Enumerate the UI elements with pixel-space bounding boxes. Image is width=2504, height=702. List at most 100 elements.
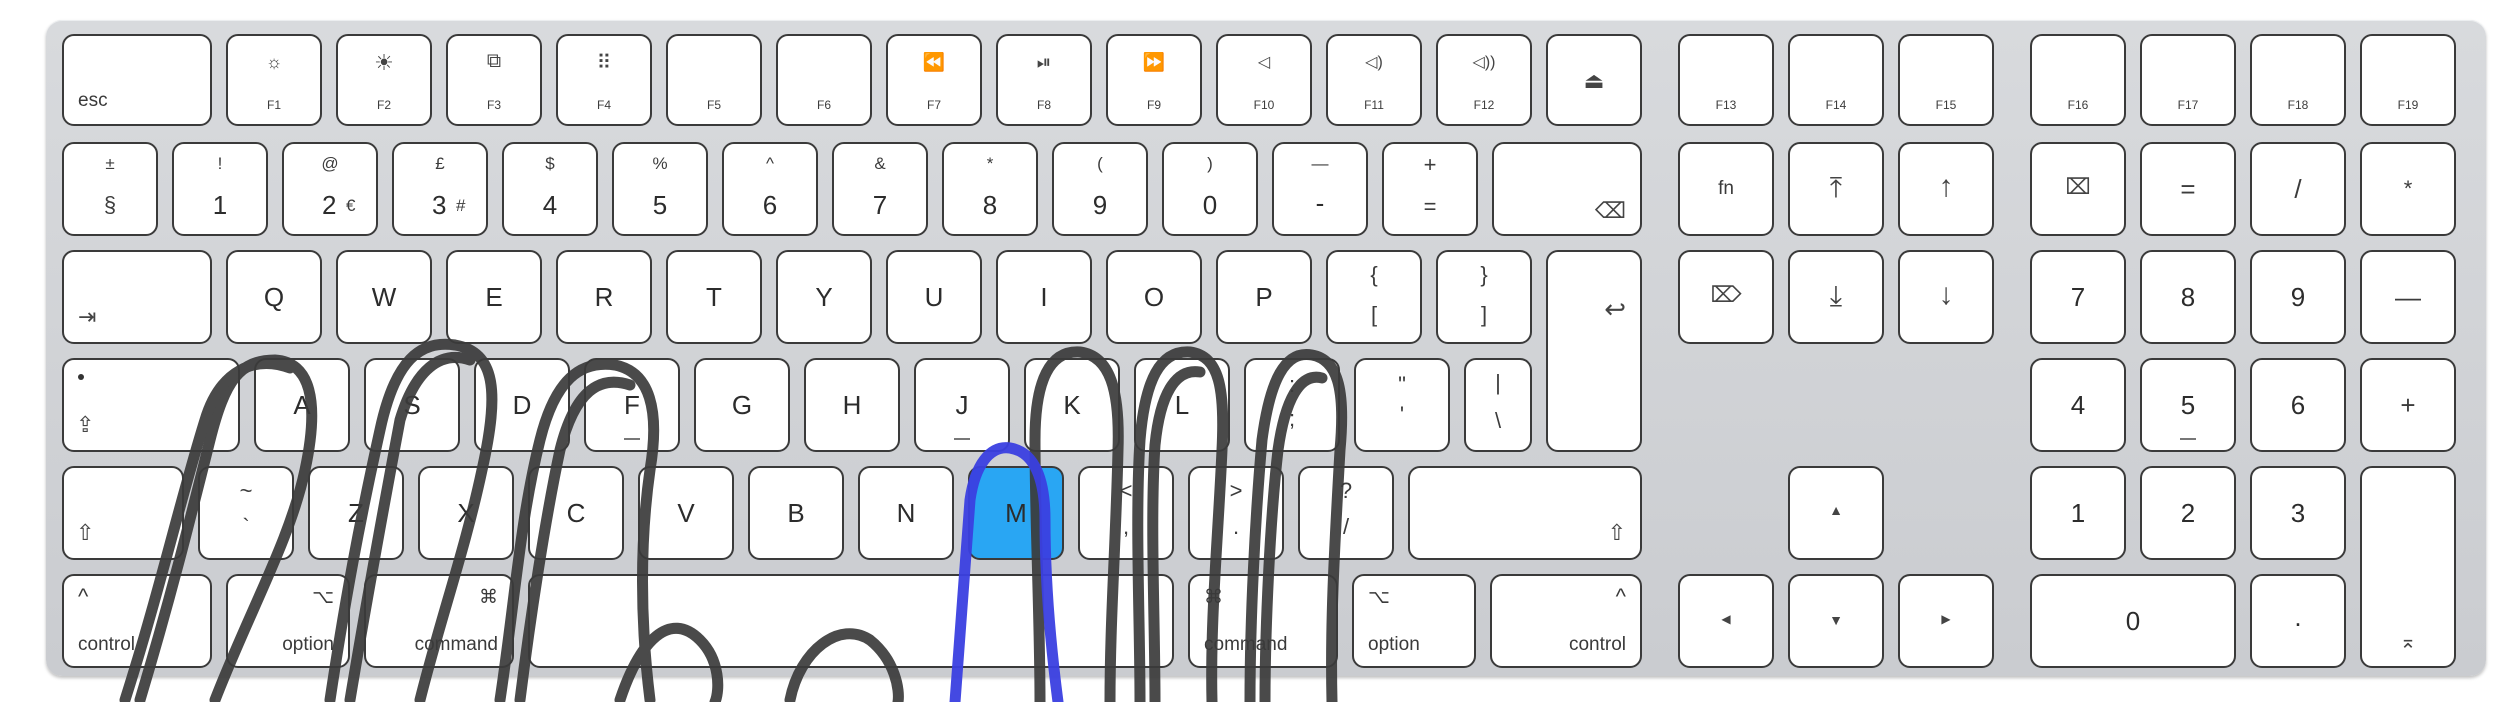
key-period[interactable]: > .: [1188, 466, 1284, 560]
key-left-bracket[interactable]: { [: [1326, 250, 1422, 344]
key-np-minus[interactable]: —: [2360, 250, 2456, 344]
key-minus[interactable]: — -: [1272, 142, 1368, 236]
key-i[interactable]: I: [996, 250, 1092, 344]
key-f11[interactable]: ◁) F11: [1326, 34, 1422, 126]
key-f6[interactable]: F6: [776, 34, 872, 126]
key-slash[interactable]: ? /: [1298, 466, 1394, 560]
key-6[interactable]: ^ 6: [722, 142, 818, 236]
key-np-7[interactable]: 7: [2030, 250, 2126, 344]
key-f5[interactable]: F5: [666, 34, 762, 126]
key-np-4[interactable]: 4: [2030, 358, 2126, 452]
key-np-3[interactable]: 3: [2250, 466, 2346, 560]
key-left-shift[interactable]: ⇧: [62, 466, 184, 560]
key-arrow-left[interactable]: ◀: [1678, 574, 1774, 668]
key-caps-lock[interactable]: ⇪: [62, 358, 240, 452]
key-u[interactable]: U: [886, 250, 982, 344]
key-p[interactable]: P: [1216, 250, 1312, 344]
key-grave[interactable]: ~ `: [198, 466, 294, 560]
key-f13[interactable]: F13: [1678, 34, 1774, 126]
key-9[interactable]: ( 9: [1052, 142, 1148, 236]
key-r[interactable]: R: [556, 250, 652, 344]
key-y[interactable]: Y: [776, 250, 872, 344]
key-comma[interactable]: < ,: [1078, 466, 1174, 560]
key-f15[interactable]: F15: [1898, 34, 1994, 126]
key-f4[interactable]: ⠿ F4: [556, 34, 652, 126]
key-f19[interactable]: F19: [2360, 34, 2456, 126]
key-0[interactable]: ) 0: [1162, 142, 1258, 236]
key-7[interactable]: & 7: [832, 142, 928, 236]
key-5[interactable]: % 5: [612, 142, 708, 236]
key-f14[interactable]: F14: [1788, 34, 1884, 126]
key-equals[interactable]: + =: [1382, 142, 1478, 236]
key-quote[interactable]: " ': [1354, 358, 1450, 452]
key-delete[interactable]: ⌫: [1492, 142, 1642, 236]
key-semicolon[interactable]: : ;: [1244, 358, 1340, 452]
key-eject[interactable]: ⏏: [1546, 34, 1642, 126]
key-f8[interactable]: ⏯ F8: [996, 34, 1092, 126]
key-page-up[interactable]: ↑: [1898, 142, 1994, 236]
key-arrow-right[interactable]: ▶: [1898, 574, 1994, 668]
key-f18[interactable]: F18: [2250, 34, 2346, 126]
key-control-right[interactable]: ^ control: [1490, 574, 1642, 668]
key-f16[interactable]: F16: [2030, 34, 2126, 126]
key-fn[interactable]: fn: [1678, 142, 1774, 236]
key-np-2[interactable]: 2: [2140, 466, 2236, 560]
key-x[interactable]: X: [418, 466, 514, 560]
key-option-right[interactable]: ⌥ option: [1352, 574, 1476, 668]
key-n[interactable]: N: [858, 466, 954, 560]
key-np-enter[interactable]: ⌅: [2360, 466, 2456, 668]
key-tab[interactable]: ⇥: [62, 250, 212, 344]
key-f[interactable]: F: [584, 358, 680, 452]
key-4[interactable]: $ 4: [502, 142, 598, 236]
key-np-multiply[interactable]: *: [2360, 142, 2456, 236]
key-section[interactable]: ± §: [62, 142, 158, 236]
key-np-6[interactable]: 6: [2250, 358, 2346, 452]
key-k[interactable]: K: [1024, 358, 1120, 452]
key-command-right[interactable]: ⌘ command: [1188, 574, 1338, 668]
key-f2[interactable]: ☀ F2: [336, 34, 432, 126]
key-s[interactable]: S: [364, 358, 460, 452]
key-f17[interactable]: F17: [2140, 34, 2236, 126]
key-f9[interactable]: ⏩ F9: [1106, 34, 1202, 126]
key-page-down[interactable]: ↓: [1898, 250, 1994, 344]
key-esc[interactable]: esc: [62, 34, 212, 126]
key-e[interactable]: E: [446, 250, 542, 344]
key-np-equals[interactable]: =: [2140, 142, 2236, 236]
key-v[interactable]: V: [638, 466, 734, 560]
key-a[interactable]: A: [254, 358, 350, 452]
key-clear[interactable]: ⌧: [2030, 142, 2126, 236]
key-1[interactable]: ! 1: [172, 142, 268, 236]
key-f7[interactable]: ⏪ F7: [886, 34, 982, 126]
key-2[interactable]: @ 2 €: [282, 142, 378, 236]
key-np-9[interactable]: 9: [2250, 250, 2346, 344]
key-np-1[interactable]: 1: [2030, 466, 2126, 560]
key-home[interactable]: ⤒: [1788, 142, 1884, 236]
key-c[interactable]: C: [528, 466, 624, 560]
key-return[interactable]: ↩: [1546, 250, 1642, 452]
key-end[interactable]: ⤓: [1788, 250, 1884, 344]
key-arrow-down[interactable]: ▼: [1788, 574, 1884, 668]
key-w[interactable]: W: [336, 250, 432, 344]
key-d[interactable]: D: [474, 358, 570, 452]
key-space[interactable]: [528, 574, 1174, 668]
key-np-decimal[interactable]: .: [2250, 574, 2346, 668]
key-m[interactable]: M: [968, 466, 1064, 560]
key-right-bracket[interactable]: } ]: [1436, 250, 1532, 344]
key-j[interactable]: J: [914, 358, 1010, 452]
key-o[interactable]: O: [1106, 250, 1202, 344]
key-backslash[interactable]: | \: [1464, 358, 1532, 452]
key-np-plus[interactable]: +: [2360, 358, 2456, 452]
key-l[interactable]: L: [1134, 358, 1230, 452]
key-g[interactable]: G: [694, 358, 790, 452]
key-option[interactable]: ⌥ option: [226, 574, 350, 668]
key-forward-delete[interactable]: ⌦: [1678, 250, 1774, 344]
key-f3[interactable]: ⧉ F3: [446, 34, 542, 126]
key-t[interactable]: T: [666, 250, 762, 344]
key-f12[interactable]: ◁)) F12: [1436, 34, 1532, 126]
key-f1[interactable]: ☼ F1: [226, 34, 322, 126]
key-np-5[interactable]: 5: [2140, 358, 2236, 452]
key-h[interactable]: H: [804, 358, 900, 452]
key-right-shift[interactable]: ⇧: [1408, 466, 1642, 560]
key-q[interactable]: Q: [226, 250, 322, 344]
key-arrow-up[interactable]: ▲: [1788, 466, 1884, 560]
